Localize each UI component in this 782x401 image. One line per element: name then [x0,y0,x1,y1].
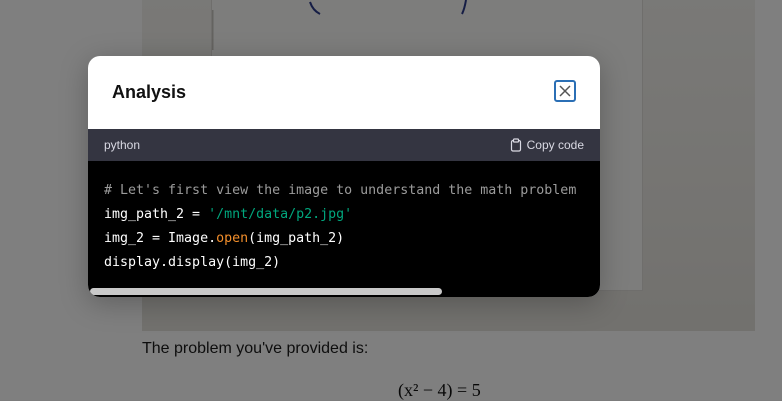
code-line-3-post: (img_path_2) [248,231,345,246]
copy-code-button[interactable]: Copy code [510,138,584,152]
code-content: # Let's first view the image to understa… [104,179,584,275]
clipboard-icon [510,138,521,152]
code-line-4: display.display(img_2) [104,255,281,270]
code-line-2-string: '/mnt/data/p2.jpg' [208,207,353,222]
modal-header: Analysis [88,56,600,129]
code-line-comment: # Let's first view the image to understa… [104,183,577,198]
analysis-modal: Analysis python Copy code # Let's first … [88,56,600,297]
code-language-label: python [104,138,141,152]
copy-code-label: Copy code [526,138,584,152]
code-block-header: python Copy code [88,129,600,161]
code-line-3-func: open [216,231,249,246]
horizontal-scrollbar[interactable] [90,288,442,295]
code-block-body[interactable]: # Let's first view the image to understa… [88,161,600,297]
close-button[interactable] [554,80,576,102]
close-icon [559,85,571,97]
code-line-2-var: img_path_2 = [104,207,209,222]
code-line-3-pre: img_2 = Image. [104,231,217,246]
modal-title: Analysis [112,82,187,102]
